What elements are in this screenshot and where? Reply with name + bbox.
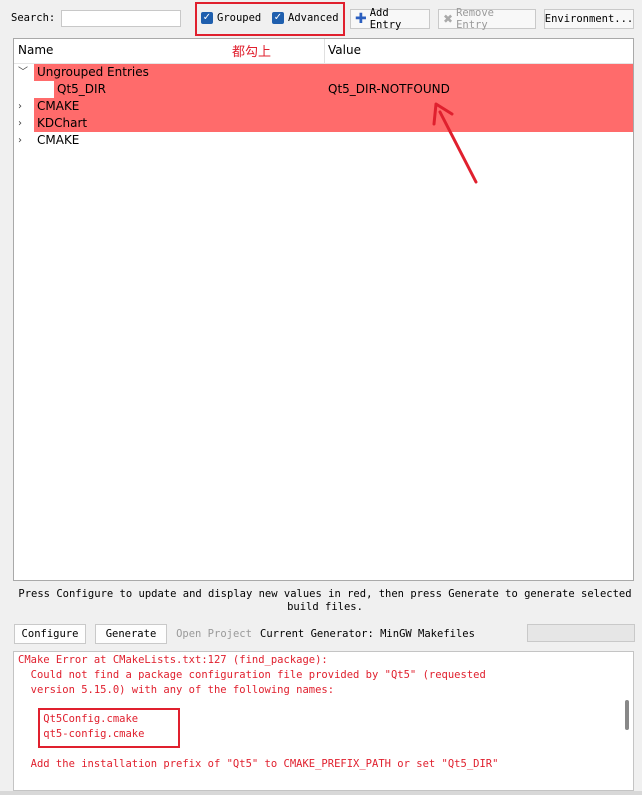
configure-button[interactable]: Configure (14, 624, 86, 644)
tree-row-label: Ungrouped Entries (37, 65, 149, 79)
row-highlight (14, 81, 633, 98)
advanced-label: Advanced (288, 12, 339, 24)
log-line: version 5.15.0) with any of the followin… (18, 684, 335, 696)
chevron-right-icon[interactable]: › (18, 98, 22, 115)
open-project-button[interactable]: Open Project (174, 624, 254, 644)
row-indent (14, 81, 54, 98)
generate-label: Generate (105, 628, 157, 640)
row-highlight (34, 98, 633, 115)
check-icon: ✓ (201, 12, 213, 24)
log-line: CMake Error at CMakeLists.txt:127 (find_… (18, 654, 328, 666)
tree-row-label: KDChart (37, 116, 88, 130)
grouped-checkbox[interactable]: ✓ Grouped (201, 12, 261, 24)
grouped-label: Grouped (217, 12, 262, 24)
remove-entry-label: Remove Entry (456, 7, 494, 31)
column-divider[interactable] (324, 39, 325, 63)
status-text: Press Configure to update and display ne… (18, 588, 632, 613)
search-label: Search: (11, 12, 56, 24)
chevron-right-icon[interactable]: › (18, 132, 22, 149)
chevron-down-icon[interactable]: ﹀ (18, 64, 28, 81)
generate-button[interactable]: Generate (95, 624, 167, 644)
cache-tree[interactable]: Name Value 都勾上 ﹀ Ungrouped Entries Qt5_D… (13, 38, 634, 581)
scrollbar-thumb[interactable] (625, 700, 629, 730)
progress-bar (527, 624, 635, 642)
advanced-checkbox[interactable]: ✓ Advanced (272, 12, 339, 24)
configure-label: Configure (21, 628, 79, 640)
add-entry-button[interactable]: ✚ Add Entry (350, 7, 430, 31)
annotation-file-box (38, 708, 180, 748)
tree-row-label: CMAKE (37, 133, 80, 147)
search-input[interactable] (61, 10, 181, 27)
tree-row-value[interactable]: Qt5_DIR-NOTFOUND (328, 81, 450, 98)
add-entry-label: Add Entry (369, 7, 402, 31)
log-line: Add the installation prefix of "Qt5" to … (18, 758, 499, 770)
annotation-arrow-icon (432, 102, 478, 184)
row-highlight (34, 115, 633, 132)
tree-row-label: Qt5_DIR (57, 82, 106, 96)
log-line: Could not find a package configuration f… (18, 669, 486, 681)
tree-row-cmake[interactable]: › CMAKE (14, 132, 633, 149)
remove-entry-button[interactable]: ✖ Remove Entry (438, 7, 536, 31)
plus-icon: ✚ (355, 11, 367, 27)
tree-row-cmake-group[interactable]: › CMAKE (14, 98, 633, 115)
tree-header: Name Value 都勾上 (14, 39, 633, 64)
window-bottom-edge (0, 791, 642, 795)
annotation-text: 都勾上 (232, 45, 272, 60)
environment-button[interactable]: Environment... (544, 9, 634, 29)
tree-row-label: CMAKE (37, 99, 80, 113)
current-generator-label: Current Generator: MinGW Makefiles (260, 628, 475, 640)
chevron-right-icon[interactable]: › (18, 115, 22, 132)
remove-icon: ✖ (443, 12, 454, 26)
tree-row-kdchart[interactable]: › KDChart (14, 115, 633, 132)
tree-row-ungrouped[interactable]: ﹀ Ungrouped Entries (14, 64, 633, 81)
column-header-value[interactable]: Value (328, 43, 361, 57)
open-project-label: Open Project (176, 628, 252, 640)
tree-row-qt5-dir[interactable]: Qt5_DIR Qt5_DIR-NOTFOUND (14, 81, 633, 98)
check-icon: ✓ (272, 12, 284, 24)
environment-label: Environment... (544, 13, 634, 25)
output-log[interactable]: CMake Error at CMakeLists.txt:127 (find_… (13, 651, 634, 791)
column-header-name[interactable]: Name (18, 43, 53, 57)
